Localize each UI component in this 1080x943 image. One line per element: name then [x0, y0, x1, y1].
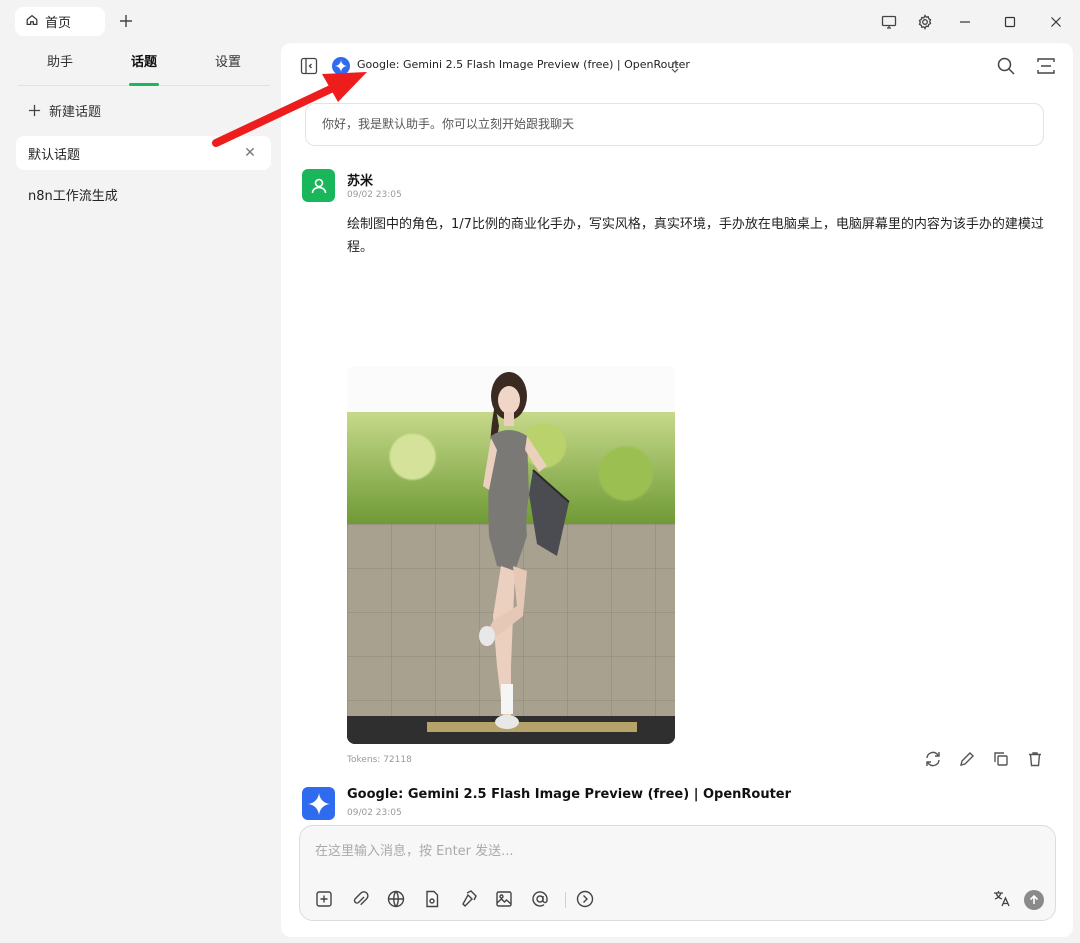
gear-icon	[918, 14, 932, 30]
attached-image[interactable]	[347, 366, 675, 744]
at-icon	[532, 891, 548, 907]
copy-button[interactable]	[992, 750, 1010, 768]
person-figure	[479, 372, 570, 729]
attach-button[interactable]	[350, 889, 370, 909]
refresh-icon	[926, 751, 940, 767]
search-icon	[997, 57, 1015, 75]
topic-label: n8n工作流生成	[28, 188, 118, 204]
new-topic-label: 新建话题	[49, 104, 102, 120]
home-icon	[25, 13, 39, 31]
plus-icon	[28, 104, 41, 116]
left-panel-tabs: 助手 话题 设置	[18, 44, 270, 86]
minimize-icon	[960, 21, 970, 23]
avatar	[302, 169, 335, 202]
title-bar: 首页	[0, 0, 1080, 44]
sidebar-toggle-icon	[300, 57, 318, 75]
expand-button[interactable]	[1036, 56, 1056, 76]
avatar	[302, 787, 335, 820]
regenerate-button[interactable]	[924, 750, 942, 768]
pencil-icon	[960, 752, 974, 766]
token-count: Tokens: 72118	[347, 755, 412, 765]
message-sender: 苏米	[347, 174, 374, 189]
settings-button[interactable]	[915, 12, 935, 32]
tools-button[interactable]	[458, 889, 478, 909]
sidebar-toggle-button[interactable]	[300, 57, 318, 75]
gemini-icon	[307, 792, 330, 815]
message-time: 09/02 23:05	[347, 190, 402, 200]
translate-icon	[994, 891, 1010, 907]
message-time: 09/02 23:05	[347, 808, 402, 818]
topic-label: 默认话题	[28, 147, 81, 163]
monitor-icon	[881, 15, 897, 29]
chat-header: Google: Gemini 2.5 Flash Image Preview (…	[281, 43, 1073, 91]
trash-icon	[1029, 752, 1041, 767]
topic-item-default[interactable]: 默认话题 ✕	[16, 136, 271, 170]
tab-topics[interactable]: 话题	[102, 44, 186, 86]
send-button[interactable]	[1024, 890, 1044, 910]
globe-icon	[387, 890, 405, 908]
expand-icon	[1037, 58, 1055, 74]
new-context-button[interactable]	[314, 889, 334, 909]
chat-panel: Google: Gemini 2.5 Flash Image Preview (…	[281, 43, 1073, 937]
tab-settings[interactable]: 设置	[186, 44, 270, 85]
close-window-button[interactable]	[1046, 12, 1066, 32]
maximize-icon	[1004, 16, 1016, 28]
image-button[interactable]	[494, 889, 514, 909]
translate-button[interactable]	[992, 889, 1012, 909]
paperclip-icon	[353, 891, 369, 906]
web-search-button[interactable]	[386, 889, 406, 909]
model-selector[interactable]: Google: Gemini 2.5 Flash Image Preview (…	[357, 58, 690, 71]
toolbar-divider	[565, 892, 566, 908]
image-icon	[496, 891, 512, 907]
home-tab[interactable]: 首页	[15, 7, 105, 36]
edit-button[interactable]	[958, 750, 976, 768]
arrow-up-icon	[1029, 895, 1039, 904]
greeting-message: 你好，我是默认助手。你可以立刻开始跟我聊天	[305, 103, 1044, 146]
message-sender: Google: Gemini 2.5 Flash Image Preview (…	[347, 787, 792, 802]
add-icon	[120, 15, 132, 27]
minimize-button[interactable]	[955, 12, 975, 32]
monitor-button[interactable]	[879, 12, 899, 32]
user-icon	[311, 178, 326, 193]
message-composer	[299, 825, 1056, 921]
copy-icon	[994, 752, 1008, 766]
gemini-icon	[332, 57, 350, 75]
hammer-icon	[462, 890, 477, 907]
close-icon	[1051, 17, 1061, 27]
document-icon	[426, 890, 439, 908]
message-text: 绘制图中的角色，1/7比例的商业化手办，写实风格，真实环境，手办放在电脑桌上，电…	[347, 217, 1044, 255]
delete-button[interactable]	[1026, 750, 1044, 768]
message-input[interactable]	[315, 840, 1035, 862]
mention-button[interactable]	[530, 889, 550, 909]
tab-assistant[interactable]: 助手	[18, 44, 102, 85]
more-button[interactable]	[575, 889, 595, 909]
new-topic-button[interactable]: 新建话题	[28, 98, 101, 122]
add-box-icon	[316, 891, 332, 907]
knowledge-base-button[interactable]	[422, 889, 442, 909]
chevron-right-circle-icon	[576, 890, 594, 908]
maximize-button[interactable]	[1000, 12, 1020, 32]
close-icon[interactable]: ✕	[243, 146, 257, 160]
search-button[interactable]	[996, 56, 1016, 76]
home-tab-label: 首页	[45, 16, 72, 31]
chevron-up-down-icon[interactable]	[669, 59, 681, 73]
add-tab-button[interactable]	[116, 11, 136, 31]
topic-item-n8n[interactable]: n8n工作流生成	[16, 177, 271, 211]
